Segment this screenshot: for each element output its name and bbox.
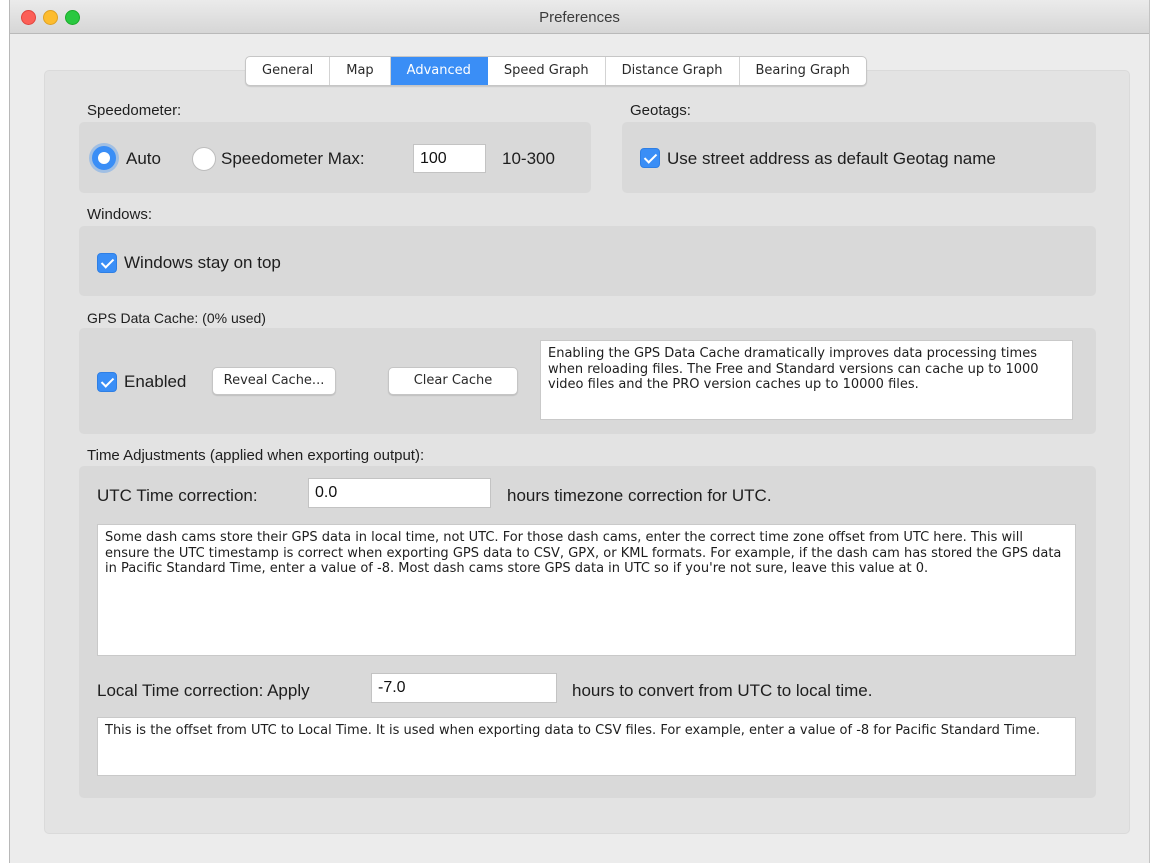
windows-group: Windows stay on top <box>79 226 1096 296</box>
speedometer-max-label[interactable]: Speedometer Max: <box>221 149 365 169</box>
local-correction-input[interactable] <box>371 673 557 703</box>
tab-map[interactable]: Map <box>330 57 391 85</box>
preferences-window: Preferences General Map Advanced Speed G… <box>9 0 1150 863</box>
geotags-heading: Geotags: <box>630 102 691 119</box>
speedometer-heading: Speedometer: <box>87 102 182 119</box>
street-address-label[interactable]: Use street address as default Geotag nam… <box>667 149 996 169</box>
utc-correction-label: UTC Time correction: <box>97 486 258 505</box>
preferences-tab-bar: General Map Advanced Speed Graph Distanc… <box>245 56 867 86</box>
auto-radio[interactable] <box>92 146 116 170</box>
cache-heading: GPS Data Cache: (0% used) <box>87 310 266 326</box>
tab-general[interactable]: General <box>246 57 331 85</box>
tab-distance-graph[interactable]: Distance Graph <box>606 57 740 85</box>
street-address-checkbox[interactable] <box>640 148 660 168</box>
tab-speed-graph[interactable]: Speed Graph <box>488 57 606 85</box>
utc-correction-input[interactable] <box>308 478 491 508</box>
speedometer-range-label: 10-300 <box>502 149 555 168</box>
speedometer-group: Auto Speedometer Max: 10-300 <box>79 122 591 193</box>
time-adjustments-group: UTC Time correction: hours timezone corr… <box>79 466 1096 798</box>
cache-enabled-label[interactable]: Enabled <box>124 372 186 392</box>
utc-correction-description: Some dash cams store their GPS data in l… <box>97 524 1076 656</box>
reveal-cache-button[interactable]: Reveal Cache... <box>212 367 336 395</box>
windows-heading: Windows: <box>87 206 153 223</box>
auto-radio-label[interactable]: Auto <box>126 149 161 169</box>
speedometer-max-input[interactable] <box>413 144 486 173</box>
stay-on-top-checkbox[interactable] <box>97 253 117 273</box>
window-title: Preferences <box>539 9 620 26</box>
time-adjustments-heading: Time Adjustments (applied when exporting… <box>87 447 425 464</box>
cache-group: Enabled Reveal Cache... Clear Cache Enab… <box>79 328 1096 434</box>
title-bar: Preferences <box>10 0 1149 34</box>
cache-description: Enabling the GPS Data Cache dramatically… <box>540 340 1073 420</box>
clear-cache-button[interactable]: Clear Cache <box>388 367 518 395</box>
stay-on-top-label[interactable]: Windows stay on top <box>124 253 281 273</box>
speedometer-max-radio[interactable] <box>192 147 216 171</box>
local-correction-suffix: hours to convert from UTC to local time. <box>572 681 873 700</box>
cache-enabled-checkbox[interactable] <box>97 372 117 392</box>
utc-correction-suffix: hours timezone correction for UTC. <box>507 486 772 505</box>
local-correction-label: Local Time correction: Apply <box>97 681 310 700</box>
local-correction-description: This is the offset from UTC to Local Tim… <box>97 717 1076 776</box>
geotags-group: Use street address as default Geotag nam… <box>622 122 1096 193</box>
tab-advanced[interactable]: Advanced <box>390 57 488 85</box>
tab-bearing-graph[interactable]: Bearing Graph <box>740 57 866 85</box>
